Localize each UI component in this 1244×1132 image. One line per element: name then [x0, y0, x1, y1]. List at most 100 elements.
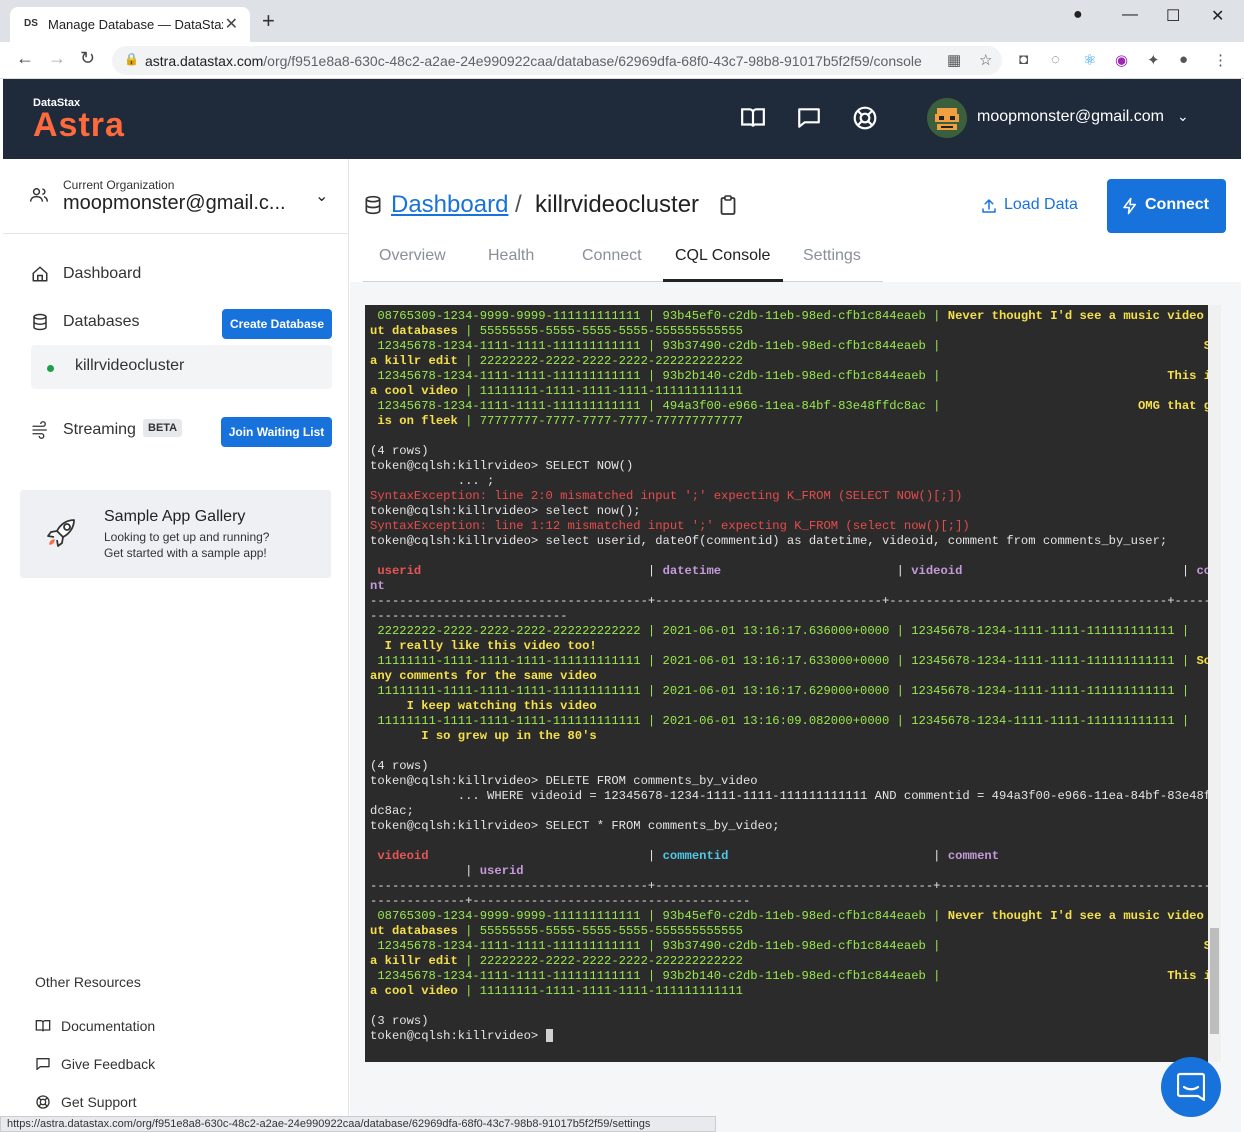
- extension-shield-icon[interactable]: ◘: [1019, 51, 1028, 68]
- console-line: dc8ac;: [370, 804, 414, 818]
- console-line: I really like this video too!: [370, 639, 597, 653]
- console-line: 12345678-1234-1111-1111-111111111111 | 9…: [370, 369, 1218, 383]
- extension-broadcast-icon[interactable]: ◉: [1115, 51, 1128, 69]
- create-database-button[interactable]: Create Database: [222, 309, 332, 339]
- console-line: (4 rows): [370, 444, 429, 458]
- console-header-line: | userid: [370, 864, 524, 878]
- active-tab-indicator: [663, 279, 783, 282]
- console-error-line: SyntaxException: line 1:12 mismatched in…: [370, 519, 970, 533]
- extensions-puzzle-icon[interactable]: ✦: [1147, 51, 1160, 69]
- chevron-down-icon[interactable]: ⌄: [1177, 108, 1189, 125]
- sidebar-item-label: Databases: [63, 313, 140, 330]
- console-line: ... WHERE videoid = 12345678-1234-1111-1…: [370, 789, 1219, 803]
- reload-icon[interactable]: ↻: [80, 48, 95, 69]
- console-line: token@cqlsh:killrvideo> select userid, d…: [370, 534, 1168, 548]
- docs-book-icon[interactable]: [740, 105, 766, 131]
- address-bar[interactable]: 🔒 astra.datastax.com/org/f951e8a8-630c-4…: [112, 46, 1002, 75]
- console-line: (3 rows): [370, 1014, 429, 1028]
- url-text: astra.datastax.com/org/f951e8a8-630c-48c…: [145, 53, 922, 69]
- load-data-button[interactable]: Load Data: [980, 195, 1090, 217]
- give-feedback-link[interactable]: Give Feedback: [35, 1056, 185, 1074]
- console-line: 12345678-1234-1111-1111-111111111111 | 9…: [370, 939, 1221, 953]
- console-scrollbar-thumb[interactable]: [1210, 928, 1219, 1034]
- console-line: token@cqlsh:killrvideo> SELECT * FROM co…: [370, 819, 780, 833]
- database-name: killrvideocluster: [75, 357, 185, 374]
- extension-circle-icon[interactable]: ◌: [1051, 51, 1060, 68]
- get-support-link[interactable]: Get Support: [35, 1094, 185, 1112]
- console-line: a killr edit | 22222222-2222-2222-2222-2…: [370, 354, 743, 368]
- minimize-icon[interactable]: —: [1122, 6, 1138, 24]
- database-icon: [33, 313, 47, 331]
- browser-toolbar: ← → ↻ 🔒 astra.datastax.com/org/f951e8a8-…: [0, 42, 1244, 79]
- streaming-icon: [32, 421, 47, 439]
- sidebar-item-databases[interactable]: Databases: [31, 311, 191, 335]
- react-devtools-icon[interactable]: ⚛: [1083, 51, 1096, 69]
- status-url-bar: https://astra.datastax.com/org/f951e8a8-…: [0, 1116, 716, 1132]
- gallery-subtitle-1: Looking to get up and running?: [104, 530, 270, 544]
- org-selector[interactable]: moopmonster@gmail.c...: [63, 192, 286, 215]
- support-lifebuoy-icon[interactable]: [852, 105, 878, 131]
- console-header-line: videoid | commentid | comment: [370, 849, 1000, 863]
- page-title: killrvideocluster: [535, 191, 700, 218]
- install-app-icon[interactable]: ▦: [947, 51, 961, 69]
- tab-cql-console[interactable]: CQL Console: [675, 247, 770, 265]
- sidebar-item-dashboard[interactable]: Dashboard: [31, 263, 231, 287]
- console-line: a cool video | 11111111-1111-1111-1111-1…: [370, 984, 743, 998]
- clipboard-icon[interactable]: [720, 195, 736, 215]
- breadcrumb-dashboard-link[interactable]: Dashboard: [391, 191, 508, 219]
- console-header-line: userid | datetime | videoid | comme: [370, 564, 1221, 578]
- users-icon: [29, 188, 49, 202]
- lock-icon: 🔒: [124, 52, 139, 66]
- sidebar-item-database[interactable]: killrvideocluster: [31, 345, 332, 389]
- bookmark-star-icon[interactable]: ☆: [979, 51, 992, 69]
- gallery-title: Sample App Gallery: [104, 508, 246, 525]
- back-icon[interactable]: ←: [16, 48, 34, 69]
- tab-overview[interactable]: Overview: [379, 247, 446, 265]
- chevron-down-icon[interactable]: ⌄: [315, 186, 328, 206]
- user-email[interactable]: moopmonster@gmail.com: [977, 108, 1164, 126]
- console-line: 12345678-1234-1111-1111-111111111111 | 9…: [370, 339, 1221, 353]
- cql-console-terminal[interactable]: 08765309-1234-9999-9999-111111111111 | 9…: [365, 305, 1221, 1062]
- tab-connect[interactable]: Connect: [582, 247, 642, 265]
- forward-icon[interactable]: →: [48, 48, 66, 69]
- brand-astra-logo[interactable]: Astra: [33, 106, 125, 145]
- feedback-chat-icon[interactable]: [796, 105, 822, 131]
- profile-icon[interactable]: ●: [1179, 51, 1188, 68]
- tab-close-icon[interactable]: ✕: [225, 14, 238, 34]
- sidebar-item-streaming[interactable]: Streaming: [31, 419, 141, 443]
- cursor: [545, 1029, 553, 1043]
- browser-menu-icon[interactable]: ⋮: [1213, 51, 1228, 69]
- database-icon: [365, 195, 381, 215]
- maximize-icon[interactable]: ☐: [1166, 6, 1180, 26]
- sample-app-gallery-card[interactable]: Sample App Gallery Looking to get up and…: [20, 490, 331, 578]
- console-line: --------------------------------------+-…: [370, 879, 1221, 893]
- window-close-icon[interactable]: ✕: [1211, 6, 1224, 26]
- new-tab-icon[interactable]: +: [262, 10, 275, 32]
- console-prompt-line[interactable]: token@cqlsh:killrvideo>: [370, 1029, 553, 1044]
- console-line: 12345678-1234-1111-1111-111111111111 | 4…: [370, 399, 1221, 413]
- console-line: 11111111-1111-1111-1111-111111111111 | 2…: [370, 714, 1197, 728]
- tab-title: Manage Database — DataStax Astra: [48, 17, 223, 32]
- console-line: 11111111-1111-1111-1111-111111111111 | 2…: [370, 654, 1218, 668]
- console-line: --------------------------------------+-…: [370, 594, 1219, 608]
- tabs-divider: [363, 281, 883, 282]
- connect-button[interactable]: Connect: [1107, 179, 1226, 233]
- tab-health[interactable]: Health: [488, 247, 534, 265]
- documentation-link[interactable]: Documentation: [35, 1018, 185, 1036]
- sidebar: Current Organization moopmonster@gmail.c…: [3, 159, 349, 1132]
- console-line: 11111111-1111-1111-1111-111111111111 | 2…: [370, 684, 1197, 698]
- avatar[interactable]: [927, 98, 967, 138]
- tab-settings[interactable]: Settings: [803, 247, 861, 265]
- book-icon: [35, 1020, 51, 1032]
- join-waiting-list-button[interactable]: Join Waiting List: [221, 417, 332, 447]
- console-line: is on fleek | 77777777-7777-7777-7777-77…: [370, 414, 743, 428]
- console-line: ut databases | 55555555-5555-5555-5555-5…: [370, 924, 743, 938]
- breadcrumb-separator: /: [515, 191, 522, 218]
- status-dot: [47, 365, 54, 372]
- lightning-icon: [1123, 197, 1136, 215]
- profile-menu-icon[interactable]: ●: [1073, 6, 1083, 24]
- upload-icon: [982, 199, 996, 213]
- console-line: token@cqlsh:killrvideo> select now();: [370, 504, 641, 518]
- browser-tab[interactable]: DS Manage Database — DataStax Astra ✕: [10, 7, 250, 42]
- chat-launcher-button[interactable]: [1161, 1057, 1221, 1117]
